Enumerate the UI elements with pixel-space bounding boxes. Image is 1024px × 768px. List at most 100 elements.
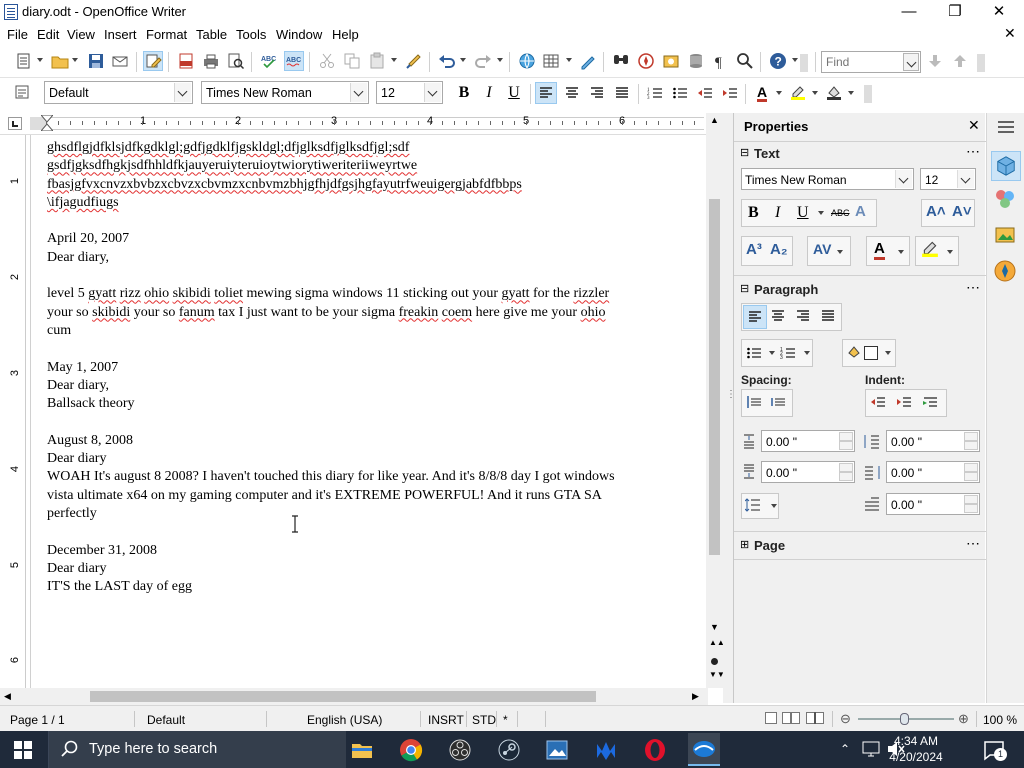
redo-dropdown-icon[interactable] <box>497 58 503 62</box>
subscript-icon[interactable]: A₂ <box>770 241 788 258</box>
line-spacing-icon[interactable] <box>744 497 763 515</box>
navigator-icon[interactable] <box>636 51 656 71</box>
close-sidebar-icon[interactable]: ✕ <box>968 117 980 134</box>
sidebar-numbering-icon[interactable]: 123 <box>780 345 796 361</box>
background-color-button[interactable] <box>823 82 845 104</box>
single-page-view-icon[interactable] <box>765 712 777 724</box>
print-preview-icon[interactable] <box>226 51 246 71</box>
edit-mode-icon[interactable] <box>143 51 163 71</box>
next-page-icon[interactable]: ▼▼ <box>709 670 725 684</box>
help-dropdown-icon[interactable] <box>792 58 798 62</box>
styles-list-icon[interactable] <box>12 82 32 102</box>
character-spacing-icon[interactable]: AV <box>813 241 831 257</box>
sidebar-underline-button[interactable]: U <box>797 204 809 222</box>
gallery-icon[interactable] <box>661 51 681 71</box>
below-spacing-field[interactable]: 0.00 " <box>761 461 855 483</box>
menu-format[interactable]: Format <box>146 27 187 42</box>
formatting-marks-icon[interactable]: ¶ <box>711 51 731 71</box>
undo-dropdown-icon[interactable] <box>460 58 466 62</box>
underline-button[interactable]: U <box>503 82 525 104</box>
scroll-thumb[interactable] <box>709 199 720 555</box>
document-line[interactable]: gsdfjgksdfhgkjsdfhhldfkjauyeruiyteruioyt… <box>47 157 699 175</box>
sidebar-splitter[interactable]: ⋮ <box>723 113 736 703</box>
new-document-icon[interactable] <box>14 51 34 71</box>
chevron-down-icon[interactable] <box>957 170 974 188</box>
decrease-spacing-icon[interactable] <box>770 394 788 412</box>
empty-line[interactable] <box>47 413 699 431</box>
scroll-down-icon[interactable]: ▼ <box>710 622 719 632</box>
find-replace-icon[interactable] <box>611 51 631 71</box>
minimize-button[interactable]: — <box>886 0 932 24</box>
spin-down-icon[interactable] <box>964 504 978 513</box>
document-line[interactable]: Dear diary <box>47 560 699 578</box>
paste-icon[interactable] <box>367 51 387 71</box>
menu-help[interactable]: Help <box>332 27 359 42</box>
collapse-text-icon[interactable]: ⊟ <box>740 146 749 159</box>
close-button[interactable]: ✕ <box>976 0 1022 24</box>
document-line[interactable]: Dear diary, <box>47 249 699 267</box>
sidebar-align-left-icon[interactable] <box>743 305 767 329</box>
obs-icon[interactable] <box>444 735 476 765</box>
scroll-thumb[interactable] <box>90 691 596 702</box>
notification-center-icon[interactable]: 1 <box>982 738 1007 762</box>
navigation-dot-icon[interactable] <box>711 658 718 665</box>
bullets-button[interactable] <box>669 82 691 104</box>
gallery-tab-icon[interactable] <box>993 223 1019 249</box>
expand-page-icon[interactable]: ⊞ <box>740 538 749 551</box>
decrease-indent-button[interactable] <box>694 82 716 104</box>
document-line[interactable]: August 8, 2008 <box>47 432 699 450</box>
document-line[interactable]: December 31, 2008 <box>47 542 699 560</box>
print-icon[interactable] <box>201 51 221 71</box>
sidebar-increase-indent-icon[interactable] <box>870 394 888 412</box>
menu-tools[interactable]: Tools <box>236 27 266 42</box>
document-line[interactable]: Ballsack theory <box>47 395 699 413</box>
document-line[interactable]: level 5 gyatt rizz ohio skibidi toliet m… <box>47 285 699 303</box>
document-line[interactable]: cum <box>47 322 699 340</box>
spin-down-icon[interactable] <box>839 472 853 481</box>
empty-line[interactable] <box>47 340 699 358</box>
sidebar-bullets-icon[interactable] <box>746 345 762 361</box>
menu-insert[interactable]: Insert <box>104 27 137 42</box>
hyperlink-icon[interactable] <box>517 51 537 71</box>
empty-line[interactable] <box>47 267 699 285</box>
undo-icon[interactable] <box>437 51 457 71</box>
windows-start-icon[interactable] <box>14 741 32 759</box>
spin-up-icon[interactable] <box>964 463 978 472</box>
chrome-icon[interactable] <box>395 735 427 765</box>
opera-icon[interactable] <box>639 735 671 765</box>
styles-tab-icon[interactable] <box>993 187 1019 213</box>
more-options-icon[interactable]: ⋯ <box>966 143 980 160</box>
sidebar-strikethrough-button[interactable]: ABC <box>831 208 850 218</box>
chevron-down-icon[interactable] <box>424 83 441 102</box>
increase-spacing-icon[interactable] <box>746 394 764 412</box>
shrink-font-icon[interactable]: A˅ <box>952 203 972 220</box>
font-color-button[interactable]: A <box>751 82 773 104</box>
text-language[interactable]: English (USA) <box>307 713 382 727</box>
menu-table[interactable]: Table <box>196 27 227 42</box>
collapse-paragraph-icon[interactable]: ⊟ <box>740 282 749 295</box>
toolbar-overflow-icon[interactable] <box>800 54 808 72</box>
table-icon[interactable] <box>541 51 561 71</box>
copy-icon[interactable] <box>342 51 362 71</box>
chevron-down-icon[interactable] <box>350 83 367 102</box>
document-line[interactable]: WOAH It's august 8 2008? I haven't touch… <box>47 468 699 486</box>
spin-up-icon[interactable] <box>964 495 978 504</box>
network-icon[interactable] <box>860 740 882 758</box>
before-indent-field[interactable]: 0.00 " <box>886 430 980 452</box>
more-options-icon[interactable]: ⋯ <box>966 535 980 552</box>
border-dropdown-icon[interactable] <box>885 351 891 355</box>
justify-button[interactable] <box>611 82 633 104</box>
save-icon[interactable] <box>86 51 106 71</box>
spin-up-icon[interactable] <box>964 432 978 441</box>
autospellcheck-icon[interactable]: ABC <box>284 51 304 71</box>
page-style[interactable]: Default <box>147 713 185 727</box>
empty-line[interactable] <box>47 212 699 230</box>
border-icon[interactable] <box>864 346 878 360</box>
scroll-left-icon[interactable]: ◀ <box>4 691 11 702</box>
zoom-slider-handle[interactable] <box>900 713 909 725</box>
find-history-chevron-icon[interactable] <box>903 53 919 71</box>
chevron-down-icon[interactable] <box>895 170 912 188</box>
clone-formatting-icon[interactable] <box>404 51 424 71</box>
hanging-indent-icon[interactable] <box>922 394 940 412</box>
maximize-button[interactable]: ❐ <box>932 0 978 24</box>
